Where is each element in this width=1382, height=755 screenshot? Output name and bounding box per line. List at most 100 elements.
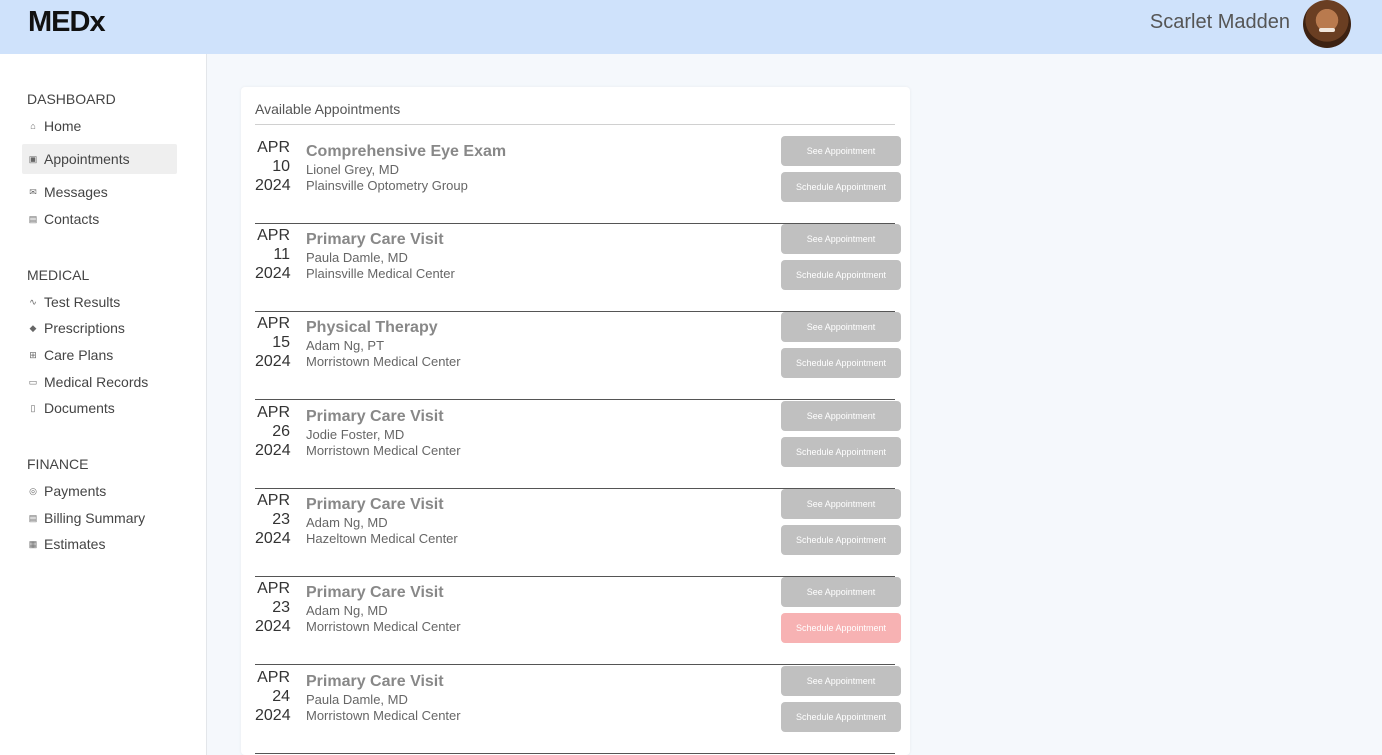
user-name[interactable]: Scarlet Madden bbox=[1150, 11, 1290, 34]
appointment-date: APR 10 2024 bbox=[255, 138, 291, 195]
date-day: 26 bbox=[272, 423, 290, 440]
date-year: 2024 bbox=[255, 177, 291, 194]
appointment-location: Hazeltown Medical Center bbox=[306, 531, 458, 546]
date-month: APR bbox=[257, 227, 290, 244]
appointment-title: Primary Care Visit bbox=[306, 584, 444, 601]
section-title-dashboard: DASHBOARD bbox=[27, 91, 116, 107]
folder-icon: ▭ bbox=[28, 376, 38, 387]
appointment-title: Primary Care Visit bbox=[306, 673, 444, 690]
appointment-provider: Adam Ng, PT bbox=[306, 338, 385, 353]
appointment-date: APR 23 2024 bbox=[255, 491, 291, 548]
appointment-date: APR 23 2024 bbox=[255, 579, 291, 636]
appointment-info: Primary Care Visit Adam Ng, MD Hazeltown… bbox=[306, 495, 458, 547]
document-icon: ▯ bbox=[30, 402, 36, 413]
divider bbox=[255, 124, 895, 125]
sidebar-item-care-plans[interactable]: ⊞ Care Plans bbox=[22, 340, 177, 370]
date-day: 11 bbox=[273, 246, 290, 263]
date-year: 2024 bbox=[255, 618, 291, 635]
card-title: Available Appointments bbox=[255, 101, 401, 117]
appointment-info: Primary Care Visit Paula Damle, MD Plain… bbox=[306, 230, 455, 282]
sidebar-item-label: Billing Summary bbox=[44, 510, 146, 526]
appointment-location: Morristown Medical Center bbox=[306, 708, 461, 723]
section-title-medical: MEDICAL bbox=[27, 267, 90, 283]
schedule-appointment-button[interactable]: Schedule Appointment bbox=[781, 437, 901, 467]
date-year: 2024 bbox=[255, 707, 291, 724]
see-appointment-button[interactable]: See Appointment bbox=[781, 312, 901, 342]
id-card-icon: ▤ bbox=[28, 213, 38, 224]
appointment-title: Primary Care Visit bbox=[306, 408, 444, 425]
see-appointment-button[interactable]: See Appointment bbox=[781, 489, 901, 519]
appointments-card: Available Appointments APR 10 2024 Compr… bbox=[241, 87, 910, 755]
sidebar-item-label: Medical Records bbox=[44, 374, 149, 390]
date-month: APR bbox=[257, 580, 290, 597]
appointment-location: Morristown Medical Center bbox=[306, 354, 461, 369]
calculator-icon: ▦ bbox=[28, 538, 38, 549]
sidebar-item-label: Test Results bbox=[44, 294, 121, 310]
schedule-appointment-button[interactable]: Schedule Appointment bbox=[781, 348, 901, 378]
schedule-appointment-button[interactable]: Schedule Appointment bbox=[781, 702, 901, 732]
sidebar-item-label: Appointments bbox=[44, 151, 130, 167]
appointment-location: Morristown Medical Center bbox=[306, 619, 461, 634]
sidebar-item-messages[interactable]: ✉ Messages bbox=[22, 177, 177, 207]
appointment-row: APR 26 2024 Primary Care Visit Jodie Fos… bbox=[255, 401, 901, 489]
date-month: APR bbox=[257, 404, 290, 421]
appointment-row: APR 24 2024 Primary Care Visit Paula Dam… bbox=[255, 666, 901, 754]
appointment-info: Primary Care Visit Jodie Foster, MD Morr… bbox=[306, 407, 461, 459]
dollar-icon: ◎ bbox=[29, 485, 37, 496]
appointment-provider: Paula Damle, MD bbox=[306, 250, 408, 265]
schedule-appointment-button[interactable]: Schedule Appointment bbox=[781, 613, 901, 643]
appointment-info: Comprehensive Eye Exam Lionel Grey, MD P… bbox=[306, 142, 506, 194]
appointment-title: Primary Care Visit bbox=[306, 496, 444, 513]
sidebar-item-documents[interactable]: ▯ Documents bbox=[22, 393, 177, 423]
date-day: 23 bbox=[272, 599, 290, 616]
app-logo[interactable]: MEDx bbox=[28, 6, 106, 39]
date-day: 23 bbox=[272, 511, 290, 528]
appointment-provider: Adam Ng, MD bbox=[306, 603, 388, 618]
date-day: 15 bbox=[272, 334, 290, 351]
see-appointment-button[interactable]: See Appointment bbox=[781, 136, 901, 166]
sitemap-icon: ⊞ bbox=[29, 349, 37, 360]
date-year: 2024 bbox=[255, 265, 291, 282]
see-appointment-button[interactable]: See Appointment bbox=[781, 577, 901, 607]
appointment-provider: Paula Damle, MD bbox=[306, 692, 408, 707]
sidebar-item-home[interactable]: ⌂ Home bbox=[22, 111, 177, 141]
home-icon: ⌂ bbox=[30, 121, 36, 131]
see-appointment-button[interactable]: See Appointment bbox=[781, 224, 901, 254]
pill-icon: ◆ bbox=[29, 322, 37, 333]
date-month: APR bbox=[257, 492, 290, 509]
see-appointment-button[interactable]: See Appointment bbox=[781, 666, 901, 696]
appointment-provider: Jodie Foster, MD bbox=[306, 427, 405, 442]
appointment-row: APR 15 2024 Physical Therapy Adam Ng, PT… bbox=[255, 312, 901, 400]
appointment-title: Primary Care Visit bbox=[306, 231, 444, 248]
appointment-provider: Lionel Grey, MD bbox=[306, 162, 399, 177]
schedule-appointment-button[interactable]: Schedule Appointment bbox=[781, 260, 901, 290]
main-content: Available Appointments APR 10 2024 Compr… bbox=[207, 54, 1382, 755]
sidebar-item-contacts[interactable]: ▤ Contacts bbox=[22, 204, 177, 234]
appointment-info: Primary Care Visit Paula Damle, MD Morri… bbox=[306, 672, 461, 724]
top-header: MEDx Scarlet Madden bbox=[0, 0, 1382, 54]
sidebar-item-label: Contacts bbox=[44, 211, 100, 227]
appointment-provider: Adam Ng, MD bbox=[306, 515, 388, 530]
sidebar-item-label: Documents bbox=[44, 400, 115, 416]
sidebar-item-label: Prescriptions bbox=[44, 320, 125, 336]
sidebar-item-payments[interactable]: ◎ Payments bbox=[22, 476, 177, 506]
date-year: 2024 bbox=[255, 530, 291, 547]
receipt-icon: ▤ bbox=[28, 512, 38, 523]
user-avatar[interactable] bbox=[1303, 0, 1351, 48]
date-year: 2024 bbox=[255, 353, 291, 370]
sidebar-item-prescriptions[interactable]: ◆ Prescriptions bbox=[22, 313, 177, 343]
schedule-appointment-button[interactable]: Schedule Appointment bbox=[781, 525, 901, 555]
pulse-icon: ∿ bbox=[29, 296, 37, 307]
date-day: 24 bbox=[272, 688, 290, 705]
see-appointment-button[interactable]: See Appointment bbox=[781, 401, 901, 431]
appointment-date: APR 15 2024 bbox=[255, 314, 291, 371]
schedule-appointment-button[interactable]: Schedule Appointment bbox=[781, 172, 901, 202]
appointment-row: APR 10 2024 Comprehensive Eye Exam Lione… bbox=[255, 136, 901, 224]
appointment-row: APR 23 2024 Primary Care Visit Adam Ng, … bbox=[255, 577, 901, 665]
sidebar-item-estimates[interactable]: ▦ Estimates bbox=[22, 529, 177, 559]
appointment-info: Primary Care Visit Adam Ng, MD Morristow… bbox=[306, 583, 461, 635]
date-month: APR bbox=[257, 139, 290, 156]
appointment-date: APR 24 2024 bbox=[255, 668, 291, 725]
sidebar-item-appointments[interactable]: ▣ Appointments bbox=[22, 144, 177, 174]
appointment-location: Plainsville Medical Center bbox=[306, 266, 455, 281]
